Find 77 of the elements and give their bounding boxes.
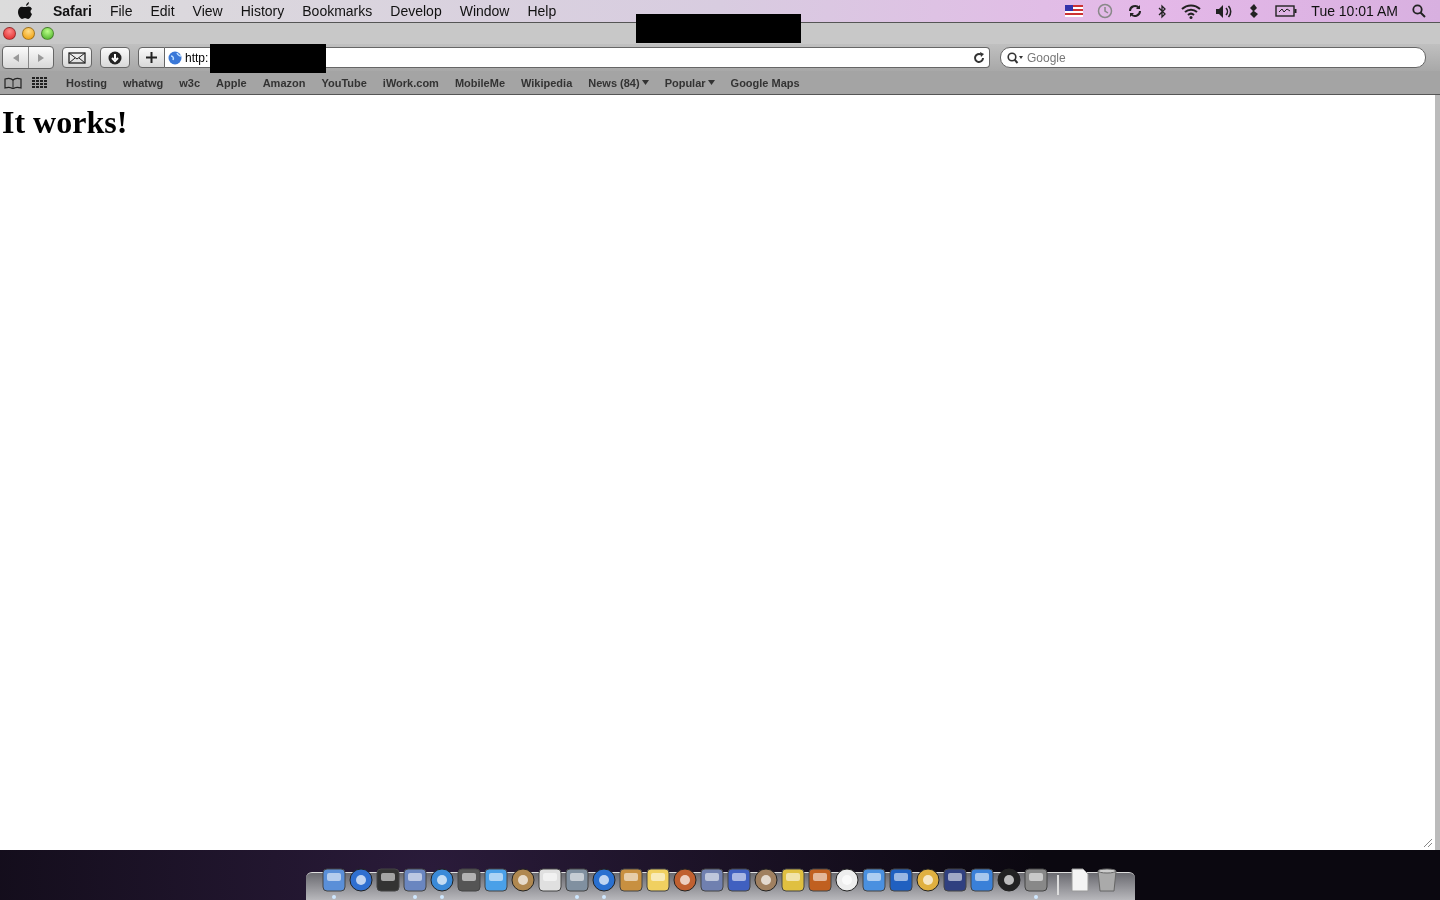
bookmark-item[interactable]: Google Maps xyxy=(722,76,808,89)
document-icon[interactable] xyxy=(1068,868,1091,892)
app-icon[interactable] xyxy=(942,868,967,892)
app-icon[interactable] xyxy=(996,868,1021,892)
menu-item[interactable]: Safari xyxy=(44,3,101,19)
page-heading: It works! xyxy=(1,103,129,142)
battery-icon[interactable] xyxy=(1275,5,1298,17)
download-button[interactable] xyxy=(100,47,130,68)
plus-icon xyxy=(146,52,157,63)
bookmark-item[interactable]: Hosting xyxy=(58,76,115,89)
trash-icon[interactable] xyxy=(1095,868,1118,892)
app-icon[interactable] xyxy=(834,868,859,892)
bluetooth-icon[interactable] xyxy=(1157,3,1168,19)
app-icon[interactable] xyxy=(618,868,643,892)
flag-icon[interactable] xyxy=(1065,5,1084,17)
download-icon xyxy=(108,50,122,65)
app-icon[interactable] xyxy=(807,868,832,892)
zoom-button[interactable] xyxy=(41,27,54,40)
app-icon[interactable] xyxy=(510,868,535,892)
menu-clock[interactable]: Tue 10:01 AM xyxy=(1311,3,1398,19)
reload-icon[interactable] xyxy=(973,51,985,64)
app-icon[interactable] xyxy=(429,868,454,892)
app-icon[interactable] xyxy=(1023,868,1048,892)
menu-item[interactable]: Bookmarks xyxy=(293,3,382,19)
close-button[interactable] xyxy=(3,27,16,40)
right-arrow-icon xyxy=(36,52,46,63)
app-icon[interactable] xyxy=(861,868,886,892)
mail-button[interactable] xyxy=(62,47,92,68)
app-icon[interactable] xyxy=(591,868,616,892)
bookmark-item[interactable]: Amazon xyxy=(254,76,314,89)
minimize-button[interactable] xyxy=(22,27,35,40)
app-icon[interactable] xyxy=(753,868,778,892)
bookmark-item[interactable]: iWork.com xyxy=(374,76,447,89)
app-icon[interactable] xyxy=(456,868,481,892)
app-icon[interactable] xyxy=(888,868,913,892)
bookmark-item[interactable]: whatwg xyxy=(114,76,172,89)
wifi-icon[interactable] xyxy=(1181,3,1202,19)
search-icon xyxy=(1007,51,1023,64)
add-bookmark-button[interactable] xyxy=(138,47,165,68)
app-icon[interactable] xyxy=(726,868,751,892)
book-icon[interactable] xyxy=(4,76,22,89)
grid-icon[interactable] xyxy=(32,76,48,89)
bookmark-item[interactable]: YouTube xyxy=(313,76,375,89)
search-icon[interactable] xyxy=(1412,4,1426,18)
bookmark-item[interactable]: Apple xyxy=(208,76,255,89)
app-icon[interactable] xyxy=(969,868,994,892)
app-icon[interactable] xyxy=(672,868,697,892)
app-icon[interactable] xyxy=(402,868,427,892)
menu-item[interactable]: Edit xyxy=(141,3,184,19)
menu-item[interactable]: View xyxy=(183,3,232,19)
menu-item[interactable]: Help xyxy=(518,3,566,19)
app-icon[interactable] xyxy=(321,868,346,892)
apple-icon[interactable] xyxy=(18,2,34,20)
bookmark-item[interactable]: w3c xyxy=(171,76,209,89)
bookmark-item[interactable]: Wikipedia xyxy=(513,76,581,89)
menu-item[interactable]: Window xyxy=(450,3,519,19)
globe-icon xyxy=(168,50,182,65)
menu-item[interactable]: History xyxy=(231,3,294,19)
app-icon[interactable] xyxy=(348,868,373,892)
app-icon[interactable] xyxy=(699,868,724,892)
bookmark-item[interactable]: MobileMe xyxy=(446,76,513,89)
envelope-icon xyxy=(68,51,86,64)
bookmark-item[interactable]: News (84) xyxy=(580,76,657,89)
menu-item[interactable]: Develop xyxy=(381,3,451,19)
resize-grip-icon[interactable] xyxy=(1423,838,1433,848)
bookmark-item[interactable]: Popular xyxy=(656,76,723,89)
search-field[interactable]: Google xyxy=(1000,47,1426,68)
app-icon[interactable] xyxy=(780,868,805,892)
speaker-icon[interactable] xyxy=(1215,3,1234,19)
app-icon[interactable] xyxy=(564,868,589,892)
sync-icon[interactable] xyxy=(1127,3,1144,19)
app-icon[interactable] xyxy=(483,868,508,892)
menu-item[interactable]: File xyxy=(100,3,142,19)
app-icon[interactable] xyxy=(645,868,670,892)
app-icon[interactable] xyxy=(375,868,400,892)
app-icon[interactable] xyxy=(915,868,940,892)
app-icon[interactable] xyxy=(537,868,562,892)
